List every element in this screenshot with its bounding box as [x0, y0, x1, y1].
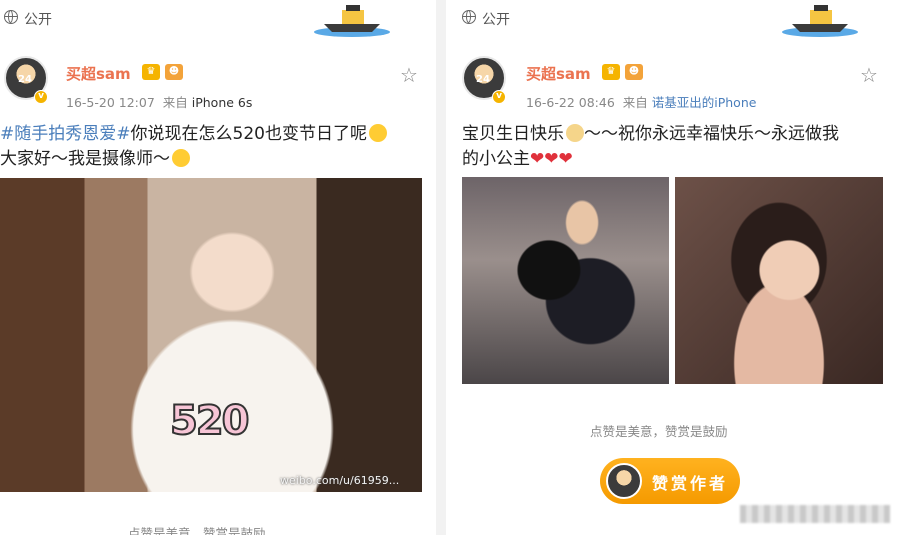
username[interactable]: 买超sam — [526, 63, 591, 84]
reward-hint: 点赞是美意，赞赏是鼓励 — [128, 526, 266, 535]
badge-icon: ☻ — [625, 64, 643, 80]
globe-icon — [462, 10, 476, 24]
vip-crown-icon: ♛ — [142, 64, 160, 80]
cake-emoji-icon — [566, 124, 584, 142]
username[interactable]: 买超sam — [66, 63, 131, 84]
visibility-label: 公开 — [24, 12, 52, 28]
post-device[interactable]: 诺基亚出的iPhone — [652, 95, 757, 110]
weibo-post-right: 公开 v 买超sam ♛ ☻ 16-6-22 08:46 来自 诺基亚出的iPh… — [450, 0, 900, 535]
star-icon[interactable]: ☆ — [398, 64, 420, 86]
post-topbar: 公开 — [0, 0, 432, 40]
post-timestamp: 16-5-20 12:07 — [66, 95, 155, 110]
post-text-line1: 你说现在怎么520也变节日了呢 — [130, 124, 367, 144]
post-topbar: 公开 — [450, 0, 900, 40]
post-meta: 16-6-22 08:46 来自 诺基亚出的iPhone — [526, 92, 756, 111]
post-device[interactable]: iPhone 6s — [192, 95, 253, 110]
post-text-line1: 宝贝生日快乐 — [462, 124, 564, 144]
post-timestamp: 16-6-22 08:46 — [526, 95, 615, 110]
verified-badge-icon: v — [492, 90, 506, 104]
post-text-line2: 的小公主 — [462, 149, 530, 169]
wink-emoji-icon — [172, 149, 190, 167]
topic-link[interactable]: #随手拍秀恩爱# — [0, 124, 131, 144]
post-text-line2: 大家好～我是摄像师～ — [0, 149, 170, 169]
post-photo-portrait[interactable] — [675, 177, 883, 384]
reward-hint: 点赞是美意，赞赏是鼓励 — [590, 424, 728, 439]
reward-button-label: 赞赏作者 — [652, 474, 729, 493]
vip-crown-icon: ♛ — [602, 64, 620, 80]
star-icon[interactable]: ☆ — [858, 64, 880, 86]
verified-badge-icon: v — [34, 90, 48, 104]
blurred-watermark — [740, 505, 890, 523]
boat-icon — [314, 5, 390, 37]
weibo-post-left: 公开 v 买超sam ♛ ☻ 16-5-20 12:07 来自 iPhone 6… — [0, 0, 432, 535]
reward-avatar — [606, 463, 642, 499]
post-text: 宝贝生日快乐 ～～祝你永远幸福快乐～永远做我 的小公主❤❤❤ — [462, 122, 892, 172]
post-photo-cakes[interactable]: 520 weibo.com/u/61959... — [0, 178, 422, 492]
post-text-line1-cont: ～～祝你永远幸福快乐～永远做我 — [584, 124, 839, 144]
post-meta: 16-5-20 12:07 来自 iPhone 6s — [66, 92, 252, 111]
boat-icon — [782, 5, 858, 37]
hearts-emoji: ❤❤❤ — [530, 149, 573, 169]
badge-icon: ☻ — [165, 64, 183, 80]
post-text: #随手拍秀恩爱#你说现在怎么520也变节日了呢 大家好～我是摄像师～ — [0, 122, 430, 172]
post-photo-couple[interactable] — [462, 177, 669, 384]
source-prefix: 来自 — [622, 95, 648, 110]
image-overlay-text: 520 — [169, 397, 250, 445]
source-prefix: 来自 — [162, 95, 188, 110]
globe-icon — [4, 10, 18, 24]
smile-emoji-icon — [368, 124, 387, 142]
visibility-label: 公开 — [482, 12, 510, 28]
image-watermark: weibo.com/u/61959... — [280, 474, 400, 487]
reward-author-button[interactable]: 赞赏作者 — [600, 458, 740, 504]
panel-divider — [436, 0, 446, 535]
